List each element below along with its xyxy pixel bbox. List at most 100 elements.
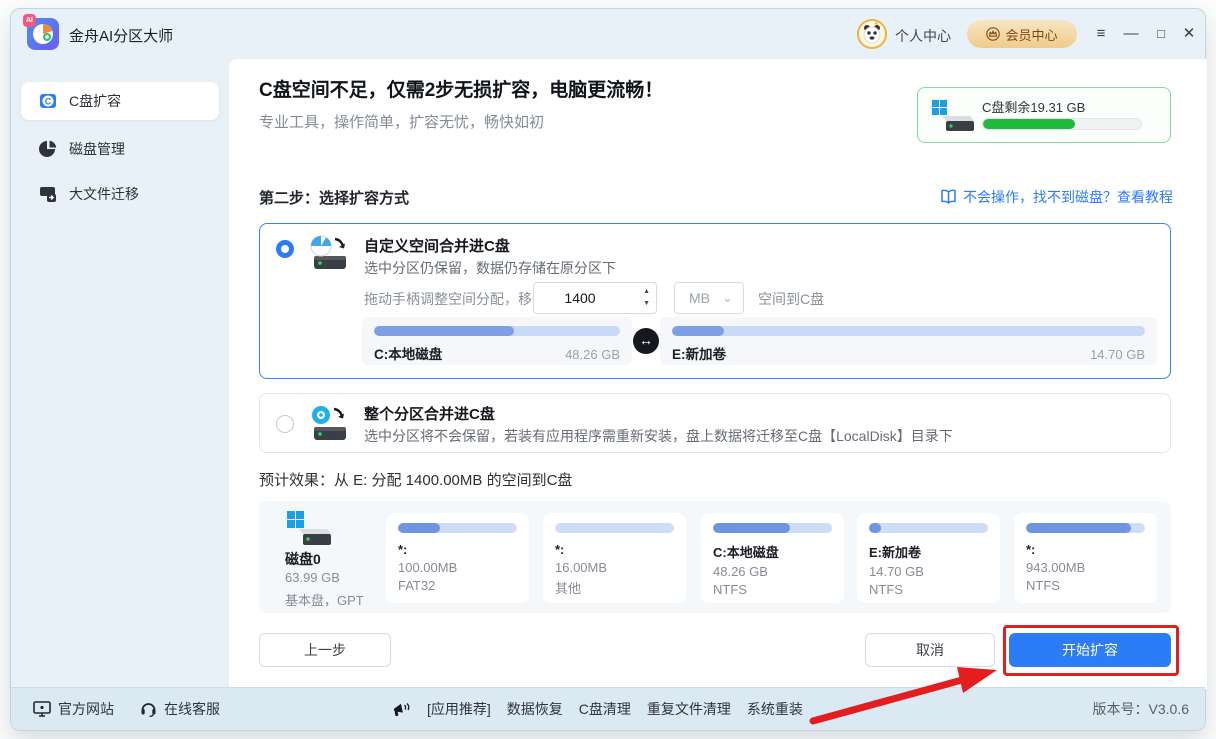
adjust-prefix: 拖动手柄调整空间分配，移动: [364, 289, 546, 309]
e-disk-bar-fill: [672, 326, 724, 336]
c-drive-remaining-label: C盘剩余19.31 GB: [982, 97, 1085, 116]
footer-bar: 官方网站 在线客服 [应用推荐] 数据恢复 C盘清理 重复文件清理 系统重装 版…: [11, 687, 1205, 730]
promo-links: [应用推荐] 数据恢复 C盘清理 重复文件清理 系统重装: [392, 699, 803, 719]
sidebar-item-label: C盘扩容: [69, 91, 121, 111]
official-site-link[interactable]: 官方网站: [33, 699, 114, 719]
online-service-link[interactable]: 在线客服: [140, 699, 220, 719]
promo-app-recommend: [应用推荐]: [427, 699, 491, 719]
amount-stepper[interactable]: ▲ ▼: [643, 286, 650, 310]
stepper-down-icon[interactable]: ▼: [643, 298, 650, 310]
partition-bar: [713, 523, 832, 533]
estimate-label: 预计效果：从 E: 分配 1400.00MB 的空间到C盘: [259, 469, 572, 490]
migrate-icon: [39, 185, 57, 203]
ai-badge: AI: [23, 14, 36, 27]
sidebar-item-disk-management[interactable]: 磁盘管理: [21, 130, 219, 168]
online-service-label: 在线客服: [164, 699, 220, 719]
disk0-name: 磁盘0: [285, 549, 321, 569]
partition-fs: NTFS: [869, 582, 988, 597]
app-window: AI 金舟AI分区大师 个人中心 会员中心 ≡ — □ ✕: [10, 8, 1206, 731]
promo-duplicate-clean[interactable]: 重复文件清理: [647, 699, 731, 719]
radio-whole-merge[interactable]: [276, 415, 294, 433]
unit-value: MB: [689, 290, 710, 306]
promo-system-reinstall[interactable]: 系统重装: [747, 699, 803, 719]
partition-size: 100.00MB: [398, 560, 517, 575]
whole-merge-icon: [306, 405, 352, 445]
c-drive-remaining-card: C盘剩余19.31 GB: [917, 87, 1171, 143]
partition-size: 14.70 GB: [869, 564, 988, 579]
partition-name: E:新加卷: [869, 542, 988, 561]
maximize-icon[interactable]: □: [1149, 22, 1173, 46]
radio-custom-merge[interactable]: [276, 240, 294, 258]
sidebar-item-label: 大文件迁移: [69, 184, 139, 204]
disk0-type: 基本盘，GPT: [285, 590, 364, 609]
c-drive-icon: C: [39, 92, 57, 110]
start-expand-button[interactable]: 开始扩容: [1009, 633, 1171, 667]
partition-fs: NTFS: [713, 582, 832, 597]
sidebar-item-large-file-migration[interactable]: 大文件迁移: [21, 175, 219, 213]
windows-disk-icon: [930, 98, 976, 134]
close-icon[interactable]: ✕: [1177, 22, 1201, 46]
user-avatar-icon[interactable]: [857, 19, 887, 49]
member-center-label: 会员中心: [1005, 25, 1057, 44]
partition-bar: [869, 523, 988, 533]
tutorial-link[interactable]: 不会操作，找不到磁盘？查看教程: [940, 187, 1173, 207]
c-disk-bar-fill: [374, 326, 514, 336]
disk0-icon: [285, 509, 331, 547]
previous-step-button[interactable]: 上一步: [259, 633, 391, 667]
option-desc: 选中分区将不会保留，若装有应用程序需重新安装，盘上数据将迁移至C盘【LocalD…: [364, 426, 953, 446]
resize-handle-icon[interactable]: ↔: [633, 328, 659, 354]
option-title: 自定义空间合并进C盘: [364, 235, 510, 256]
c-disk-name: C:本地磁盘: [374, 343, 442, 363]
unit-select[interactable]: MB ⌄: [674, 282, 744, 314]
partition-size: 16.00MB: [555, 560, 674, 575]
partition-size: 48.26 GB: [713, 564, 832, 579]
c-disk-bar: [374, 326, 620, 336]
app-logo-icon: AI: [27, 18, 59, 50]
option-desc: 选中分区仍保留，数据仍存储在原分区下: [364, 258, 616, 278]
amount-input[interactable]: [534, 283, 626, 313]
pie-chart-icon: [39, 140, 57, 158]
promo-c-clean[interactable]: C盘清理: [579, 699, 631, 719]
partition-fs: FAT32: [398, 578, 517, 593]
minimize-icon[interactable]: —: [1119, 22, 1143, 46]
partition-card[interactable]: *: 943.00MB NTFS: [1014, 513, 1157, 603]
sidebar: C C盘扩容 磁盘管理 大文件迁移: [11, 59, 229, 689]
option-whole-merge[interactable]: 整个分区合并进C盘 选中分区将不会保留，若装有应用程序需重新安装，盘上数据将迁移…: [259, 393, 1171, 453]
sidebar-item-c-drive-expand[interactable]: C C盘扩容: [21, 82, 219, 120]
headset-icon: [140, 701, 157, 717]
app-title: 金舟AI分区大师: [69, 25, 173, 46]
partition-card[interactable]: C:本地磁盘 48.26 GB NTFS: [701, 513, 844, 603]
custom-merge-icon: [306, 234, 352, 274]
option-title: 整个分区合并进C盘: [364, 403, 495, 424]
main-panel: C盘空间不足，仅需2步无损扩容，电脑更流畅！ 专业工具，操作简单，扩容无忧，畅快…: [229, 59, 1207, 689]
partition-card[interactable]: E:新加卷 14.70 GB NTFS: [857, 513, 1000, 603]
page-title: C盘空间不足，仅需2步无损扩容，电脑更流畅！: [259, 75, 663, 102]
e-disk-size: 14.70 GB: [1090, 347, 1145, 362]
partition-name: C:本地磁盘: [713, 542, 832, 561]
version-label: 版本号：V3.0.6: [1093, 699, 1189, 719]
partition-size: 943.00MB: [1026, 560, 1145, 575]
source-disk-panel: C:本地磁盘 48.26 GB: [362, 317, 632, 365]
c-drive-progress: [982, 118, 1142, 130]
disk0-size: 63.99 GB: [285, 570, 340, 585]
cancel-button[interactable]: 取消: [865, 633, 995, 667]
partition-card[interactable]: *: 100.00MB FAT32: [386, 513, 529, 603]
partition-fs: NTFS: [1026, 578, 1145, 593]
partition-name: *:: [555, 542, 674, 557]
c-drive-progress-fill: [983, 119, 1075, 129]
tutorial-link-label: 不会操作，找不到磁盘？查看教程: [963, 187, 1173, 207]
member-center-button[interactable]: 会员中心: [967, 20, 1077, 48]
menu-icon[interactable]: ≡: [1089, 22, 1113, 46]
book-icon: [940, 189, 957, 205]
partition-bar: [1026, 523, 1145, 533]
chevron-down-icon: ⌄: [722, 293, 733, 303]
megaphone-icon: [392, 701, 411, 718]
step-label: 第二步：选择扩容方式: [259, 187, 409, 208]
option-custom-merge[interactable]: 自定义空间合并进C盘 选中分区仍保留，数据仍存储在原分区下 拖动手柄调整空间分配…: [259, 223, 1171, 379]
partition-fs: 其他: [555, 578, 674, 597]
promo-data-recovery[interactable]: 数据恢复: [507, 699, 563, 719]
stepper-up-icon[interactable]: ▲: [643, 286, 650, 298]
personal-center-link[interactable]: 个人中心: [895, 26, 951, 46]
partition-resize-bars: C:本地磁盘 48.26 GB ↔ E:新加卷 14.70 GB: [362, 317, 1157, 365]
partition-card[interactable]: *: 16.00MB 其他: [543, 513, 686, 603]
